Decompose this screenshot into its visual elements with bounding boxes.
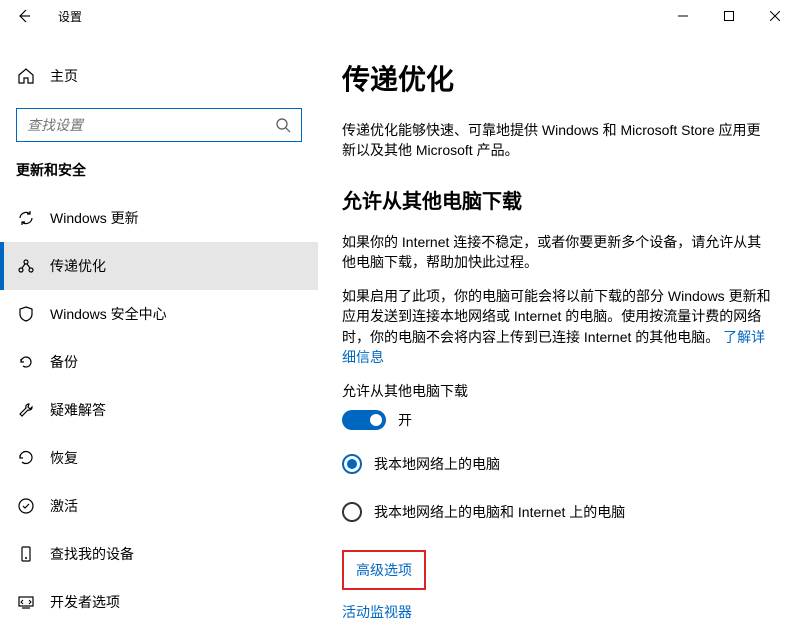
close-icon [770,11,780,21]
radio-local-and-internet[interactable]: 我本地网络上的电脑和 Internet 上的电脑 [342,502,774,522]
radio-indicator-icon [342,502,362,522]
titlebar: 设置 [0,0,798,32]
recovery-icon [16,448,36,468]
sidebar-item-find-my-device[interactable]: 查找我的设备 [0,530,318,578]
sidebar-item-label: 恢复 [50,448,78,468]
sidebar-item-label: 开发者选项 [50,592,120,612]
sidebar-item-label: 查找我的设备 [50,544,134,564]
sidebar-item-label: 激活 [50,496,78,516]
page-heading: 传递优化 [342,58,774,98]
activity-monitor-link[interactable]: 活动监视器 [342,604,412,620]
close-button[interactable] [752,0,798,32]
description-1: 如果你的 Internet 连接不稳定，或者你要更新多个设备，请允许从其他电脑下… [342,232,774,273]
sidebar-item-delivery-optimization[interactable]: 传递优化 [0,242,318,290]
section-heading: 允许从其他电脑下载 [342,185,774,214]
wrench-icon [16,400,36,420]
delivery-icon [16,256,36,276]
window-title: 设置 [58,8,82,25]
sidebar-item-troubleshoot[interactable]: 疑难解答 [0,386,318,434]
home-icon [16,66,36,86]
backup-icon [16,352,36,372]
sidebar-item-label: 疑难解答 [50,400,106,420]
sidebar-item-label: Windows 安全中心 [50,304,167,324]
search-icon [275,117,291,133]
sidebar-item-windows-update[interactable]: Windows 更新 [0,194,318,242]
sidebar-section-title: 更新和安全 [16,160,318,180]
sidebar: 主页 更新和安全 Windows 更新 传递优化 Windows 安全中心 备份… [0,32,318,630]
developer-icon [16,592,36,612]
arrow-left-icon [16,8,32,24]
search-input[interactable] [27,117,275,133]
description-2: 如果启用了此项，你的电脑可能会将以前下载的部分 Windows 更新和应用发送到… [342,286,774,367]
search-input-container[interactable] [16,108,302,142]
check-circle-icon [16,496,36,516]
main-content: 传递优化 传递优化能够快速、可靠地提供 Windows 和 Microsoft … [318,32,798,630]
advanced-options-highlight: 高级选项 [342,550,426,590]
radio-label: 我本地网络上的电脑 [374,454,500,474]
sidebar-item-label: Windows 更新 [50,208,139,228]
allow-downloads-toggle[interactable] [342,410,386,430]
toggle-label: 允许从其他电脑下载 [342,381,774,401]
minimize-button[interactable] [660,0,706,32]
sidebar-home-label: 主页 [50,66,78,86]
back-button[interactable] [8,0,40,32]
intro-text: 传递优化能够快速、可靠地提供 Windows 和 Microsoft Store… [342,120,774,161]
sidebar-home[interactable]: 主页 [0,56,318,96]
maximize-button[interactable] [706,0,752,32]
sidebar-item-developer[interactable]: 开发者选项 [0,578,318,626]
radio-label: 我本地网络上的电脑和 Internet 上的电脑 [374,502,625,522]
maximize-icon [724,11,734,21]
minimize-icon [678,11,688,21]
shield-icon [16,304,36,324]
toggle-state: 开 [398,410,412,430]
advanced-options-link[interactable]: 高级选项 [356,562,412,578]
sidebar-item-windows-security[interactable]: Windows 安全中心 [0,290,318,338]
sidebar-item-label: 备份 [50,352,78,372]
sidebar-item-backup[interactable]: 备份 [0,338,318,386]
sync-icon [16,208,36,228]
sidebar-item-label: 传递优化 [50,256,106,276]
sidebar-item-recovery[interactable]: 恢复 [0,434,318,482]
location-icon [16,544,36,564]
radio-local-only[interactable]: 我本地网络上的电脑 [342,454,774,474]
radio-indicator-icon [342,454,362,474]
sidebar-item-activation[interactable]: 激活 [0,482,318,530]
